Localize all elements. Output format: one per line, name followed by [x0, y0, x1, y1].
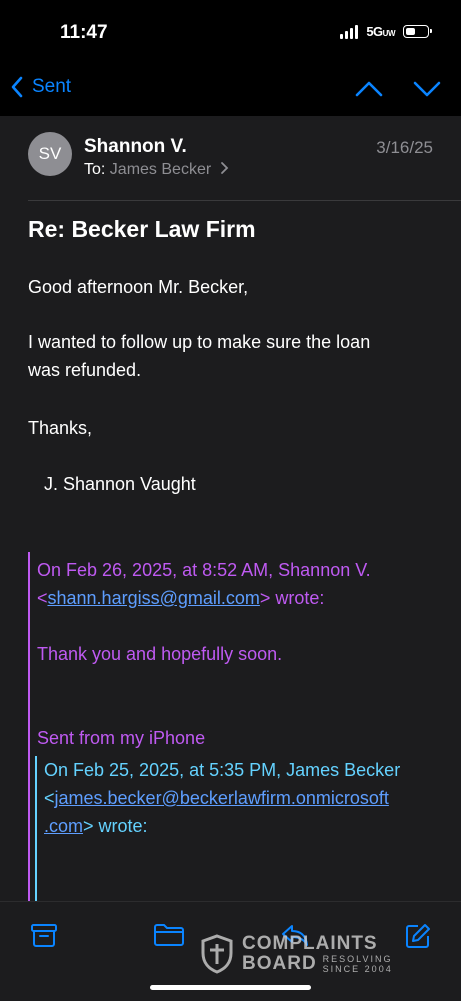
- message-header: SV Shannon V. 3/16/25 To: James Becker: [28, 116, 461, 201]
- network-sup: UW: [382, 29, 396, 38]
- body-thanks: Thanks,: [28, 418, 93, 438]
- watermark-row: BOARD RESOLVING SINCE 2004: [242, 953, 393, 975]
- avatar: SV: [28, 132, 72, 176]
- watermark-line1: COMPLAINTS: [242, 933, 378, 954]
- complaints-board-watermark: COMPLAINTS BOARD RESOLVING SINCE 2004: [200, 934, 393, 974]
- quote2-lt: <: [44, 788, 55, 808]
- quote1-wrote: > wrote:: [259, 588, 325, 608]
- message-date: 3/16/25: [376, 138, 433, 157]
- chevron-left-icon: [11, 76, 23, 98]
- chevron-right-icon: [220, 162, 228, 174]
- sender-name[interactable]: Shannon V.: [84, 136, 187, 158]
- quote2-email-link[interactable]: james.becker@beckerlawfirm.onmicrosoft: [55, 788, 389, 808]
- network-type: 5G: [366, 24, 383, 39]
- chevron-up-icon[interactable]: [354, 78, 384, 100]
- quoted-message-2: On Feb 25, 2025, at 5:35 PM, James Becke…: [35, 756, 461, 901]
- chevron-down-icon[interactable]: [412, 78, 442, 100]
- back-label: Sent: [32, 76, 72, 97]
- quote2-header-line3: .com> wrote:: [44, 812, 148, 840]
- network-label: 5GUW: [366, 24, 395, 39]
- quote2-wrote: > wrote:: [83, 816, 148, 836]
- nav-bar: Sent: [0, 64, 461, 116]
- quote1-header-line2: <shann.hargiss@gmail.com> wrote:: [37, 584, 324, 612]
- quote1-sent-from: Sent from my iPhone: [37, 728, 206, 748]
- quote2-email-link-cont[interactable]: .com: [44, 816, 83, 836]
- shield-icon: [201, 934, 233, 974]
- recipient-line[interactable]: To: James Becker: [84, 161, 230, 179]
- body-greeting: Good afternoon Mr. Becker,: [28, 277, 249, 297]
- compose-icon[interactable]: [404, 922, 432, 950]
- quote1-text: Thank you and hopefully soon.: [37, 644, 283, 664]
- quote1-header-line1: On Feb 26, 2025, at 8:52 AM, Shannon V.: [37, 560, 371, 580]
- message-subject: Re: Becker Law Firm: [28, 216, 256, 242]
- quote1-lt: <: [37, 588, 48, 608]
- quote2-header-line1: On Feb 25, 2025, at 5:35 PM, James Becke…: [44, 760, 401, 780]
- body-signature: J. Shannon Vaught: [44, 474, 196, 494]
- watermark-line2: BOARD: [242, 953, 317, 974]
- status-bar: 11:47 5GUW: [0, 0, 461, 64]
- message-view[interactable]: SV Shannon V. 3/16/25 To: James Becker R…: [0, 116, 461, 901]
- status-time: 11:47: [60, 22, 108, 43]
- watermark-tagline: RESOLVING SINCE 2004: [323, 954, 393, 974]
- folder-icon[interactable]: [153, 922, 185, 948]
- watermark-text: COMPLAINTS BOARD RESOLVING SINCE 2004: [242, 933, 393, 975]
- status-indicators: 5GUW: [340, 24, 432, 39]
- to-label: To:: [84, 161, 106, 178]
- back-button[interactable]: Sent: [10, 76, 71, 98]
- quote2-header-line2: <james.becker@beckerlawfirm.onmicrosoft: [44, 784, 389, 812]
- body-line-1: I wanted to follow up to make sure the l…: [28, 332, 371, 352]
- home-indicator[interactable]: [150, 985, 311, 990]
- watermark-tag1: RESOLVING: [322, 954, 393, 964]
- body-line-2: was refunded.: [28, 360, 142, 380]
- watermark-tag2: SINCE 2004: [322, 964, 393, 974]
- signal-icon: [340, 24, 359, 39]
- battery-icon: [403, 25, 432, 38]
- archive-icon[interactable]: [30, 922, 58, 948]
- quote1-email-link[interactable]: shann.hargiss@gmail.com: [48, 588, 260, 608]
- recipient-name: James Becker: [109, 161, 212, 178]
